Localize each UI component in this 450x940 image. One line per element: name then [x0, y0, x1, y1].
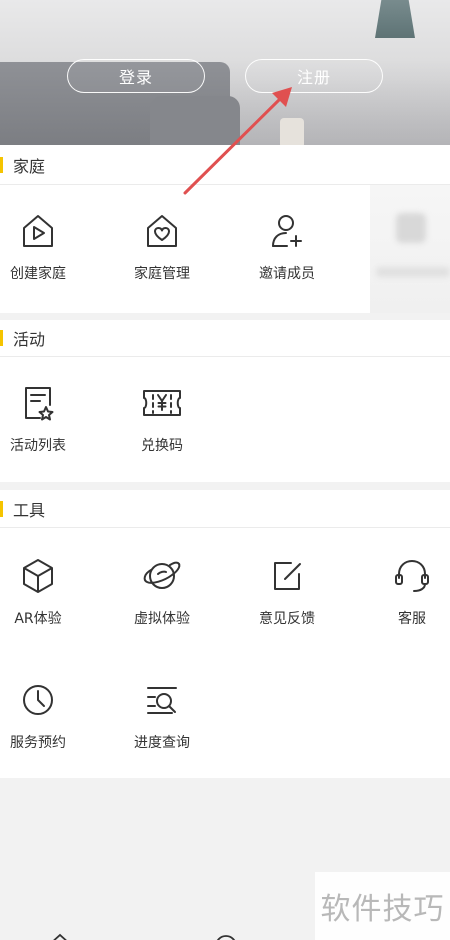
section-accent-bar [0, 501, 3, 517]
user-add-icon [272, 215, 302, 247]
section-accent-bar [0, 330, 3, 346]
ticket-yen-icon [143, 390, 181, 416]
family-grid: 创建家庭 家庭管理 邀请成员 [0, 185, 450, 313]
activity-list-tile[interactable]: 活动列表 [0, 383, 88, 455]
activity-section-title: 活动 [13, 330, 46, 349]
planet-icon [143, 561, 181, 589]
service-booking-label: 服务预约 [10, 735, 66, 751]
activity-grid: 活动列表 兑换码 [0, 357, 450, 482]
banner-vase-image [280, 118, 304, 145]
customer-service-tile[interactable]: 客服 [362, 556, 450, 628]
header-banner: 登录 注册 [0, 0, 450, 145]
section-accent-bar [0, 157, 3, 173]
family-section-header: 家庭 [0, 145, 450, 185]
ar-experience-label: AR体验 [14, 611, 62, 627]
register-button[interactable]: 注册 [245, 59, 383, 93]
tools-section-title: 工具 [13, 500, 46, 520]
login-button[interactable]: 登录 [67, 59, 205, 93]
edit-note-icon [274, 562, 301, 590]
list-search-icon [147, 687, 177, 714]
watermark: 软件技巧 [315, 872, 450, 940]
house-heart-icon [147, 215, 177, 247]
progress-query-label: 进度查询 [134, 735, 190, 751]
redeem-code-label: 兑换码 [141, 438, 183, 454]
family-manage-tile[interactable]: 家庭管理 [112, 211, 212, 283]
invite-member-tile[interactable]: 邀请成员 [237, 211, 337, 283]
cube-icon [23, 559, 53, 593]
virtual-experience-label: 虚拟体验 [134, 611, 190, 627]
family-section: 家庭 创建家庭 家庭管理 邀请成员 [0, 145, 450, 313]
family-section-title: 家庭 [13, 156, 46, 176]
customer-service-label: 客服 [398, 611, 426, 627]
feedback-tile[interactable]: 意见反馈 [237, 556, 337, 628]
service-booking-tile[interactable]: 服务预约 [0, 680, 88, 752]
create-family-tile[interactable]: 创建家庭 [0, 211, 88, 283]
tools-section: 工具 AR体验 虚拟体验 意见反馈 客服 服务预约 进度查询 [0, 490, 450, 778]
create-family-label: 创建家庭 [10, 266, 66, 282]
virtual-experience-tile[interactable]: 虚拟体验 [112, 556, 212, 628]
blurred-icon [396, 213, 426, 243]
list-star-icon [25, 387, 54, 421]
banner-lamp-image [375, 0, 415, 38]
blurred-tile [370, 185, 450, 313]
headset-icon [395, 560, 429, 592]
redeem-code-tile[interactable]: 兑换码 [112, 383, 212, 455]
activity-list-label: 活动列表 [10, 438, 66, 454]
discover-tab-icon[interactable] [214, 930, 238, 940]
ar-experience-tile[interactable]: AR体验 [0, 556, 88, 628]
feedback-label: 意见反馈 [259, 611, 315, 627]
tools-grid: AR体验 虚拟体验 意见反馈 客服 服务预约 进度查询 [0, 528, 450, 778]
tools-section-header: 工具 [0, 490, 450, 528]
activity-section: 活动 活动列表 兑换码 [0, 320, 450, 482]
banner-sofa-arm-image [150, 96, 240, 145]
invite-member-label: 邀请成员 [259, 266, 315, 282]
home-tab-icon[interactable] [48, 930, 72, 940]
house-play-icon [23, 215, 53, 247]
progress-query-tile[interactable]: 进度查询 [112, 680, 212, 752]
activity-section-header: 活动 [0, 320, 450, 357]
clock-icon [23, 685, 53, 715]
family-manage-label: 家庭管理 [134, 266, 190, 282]
blurred-label [376, 267, 450, 277]
